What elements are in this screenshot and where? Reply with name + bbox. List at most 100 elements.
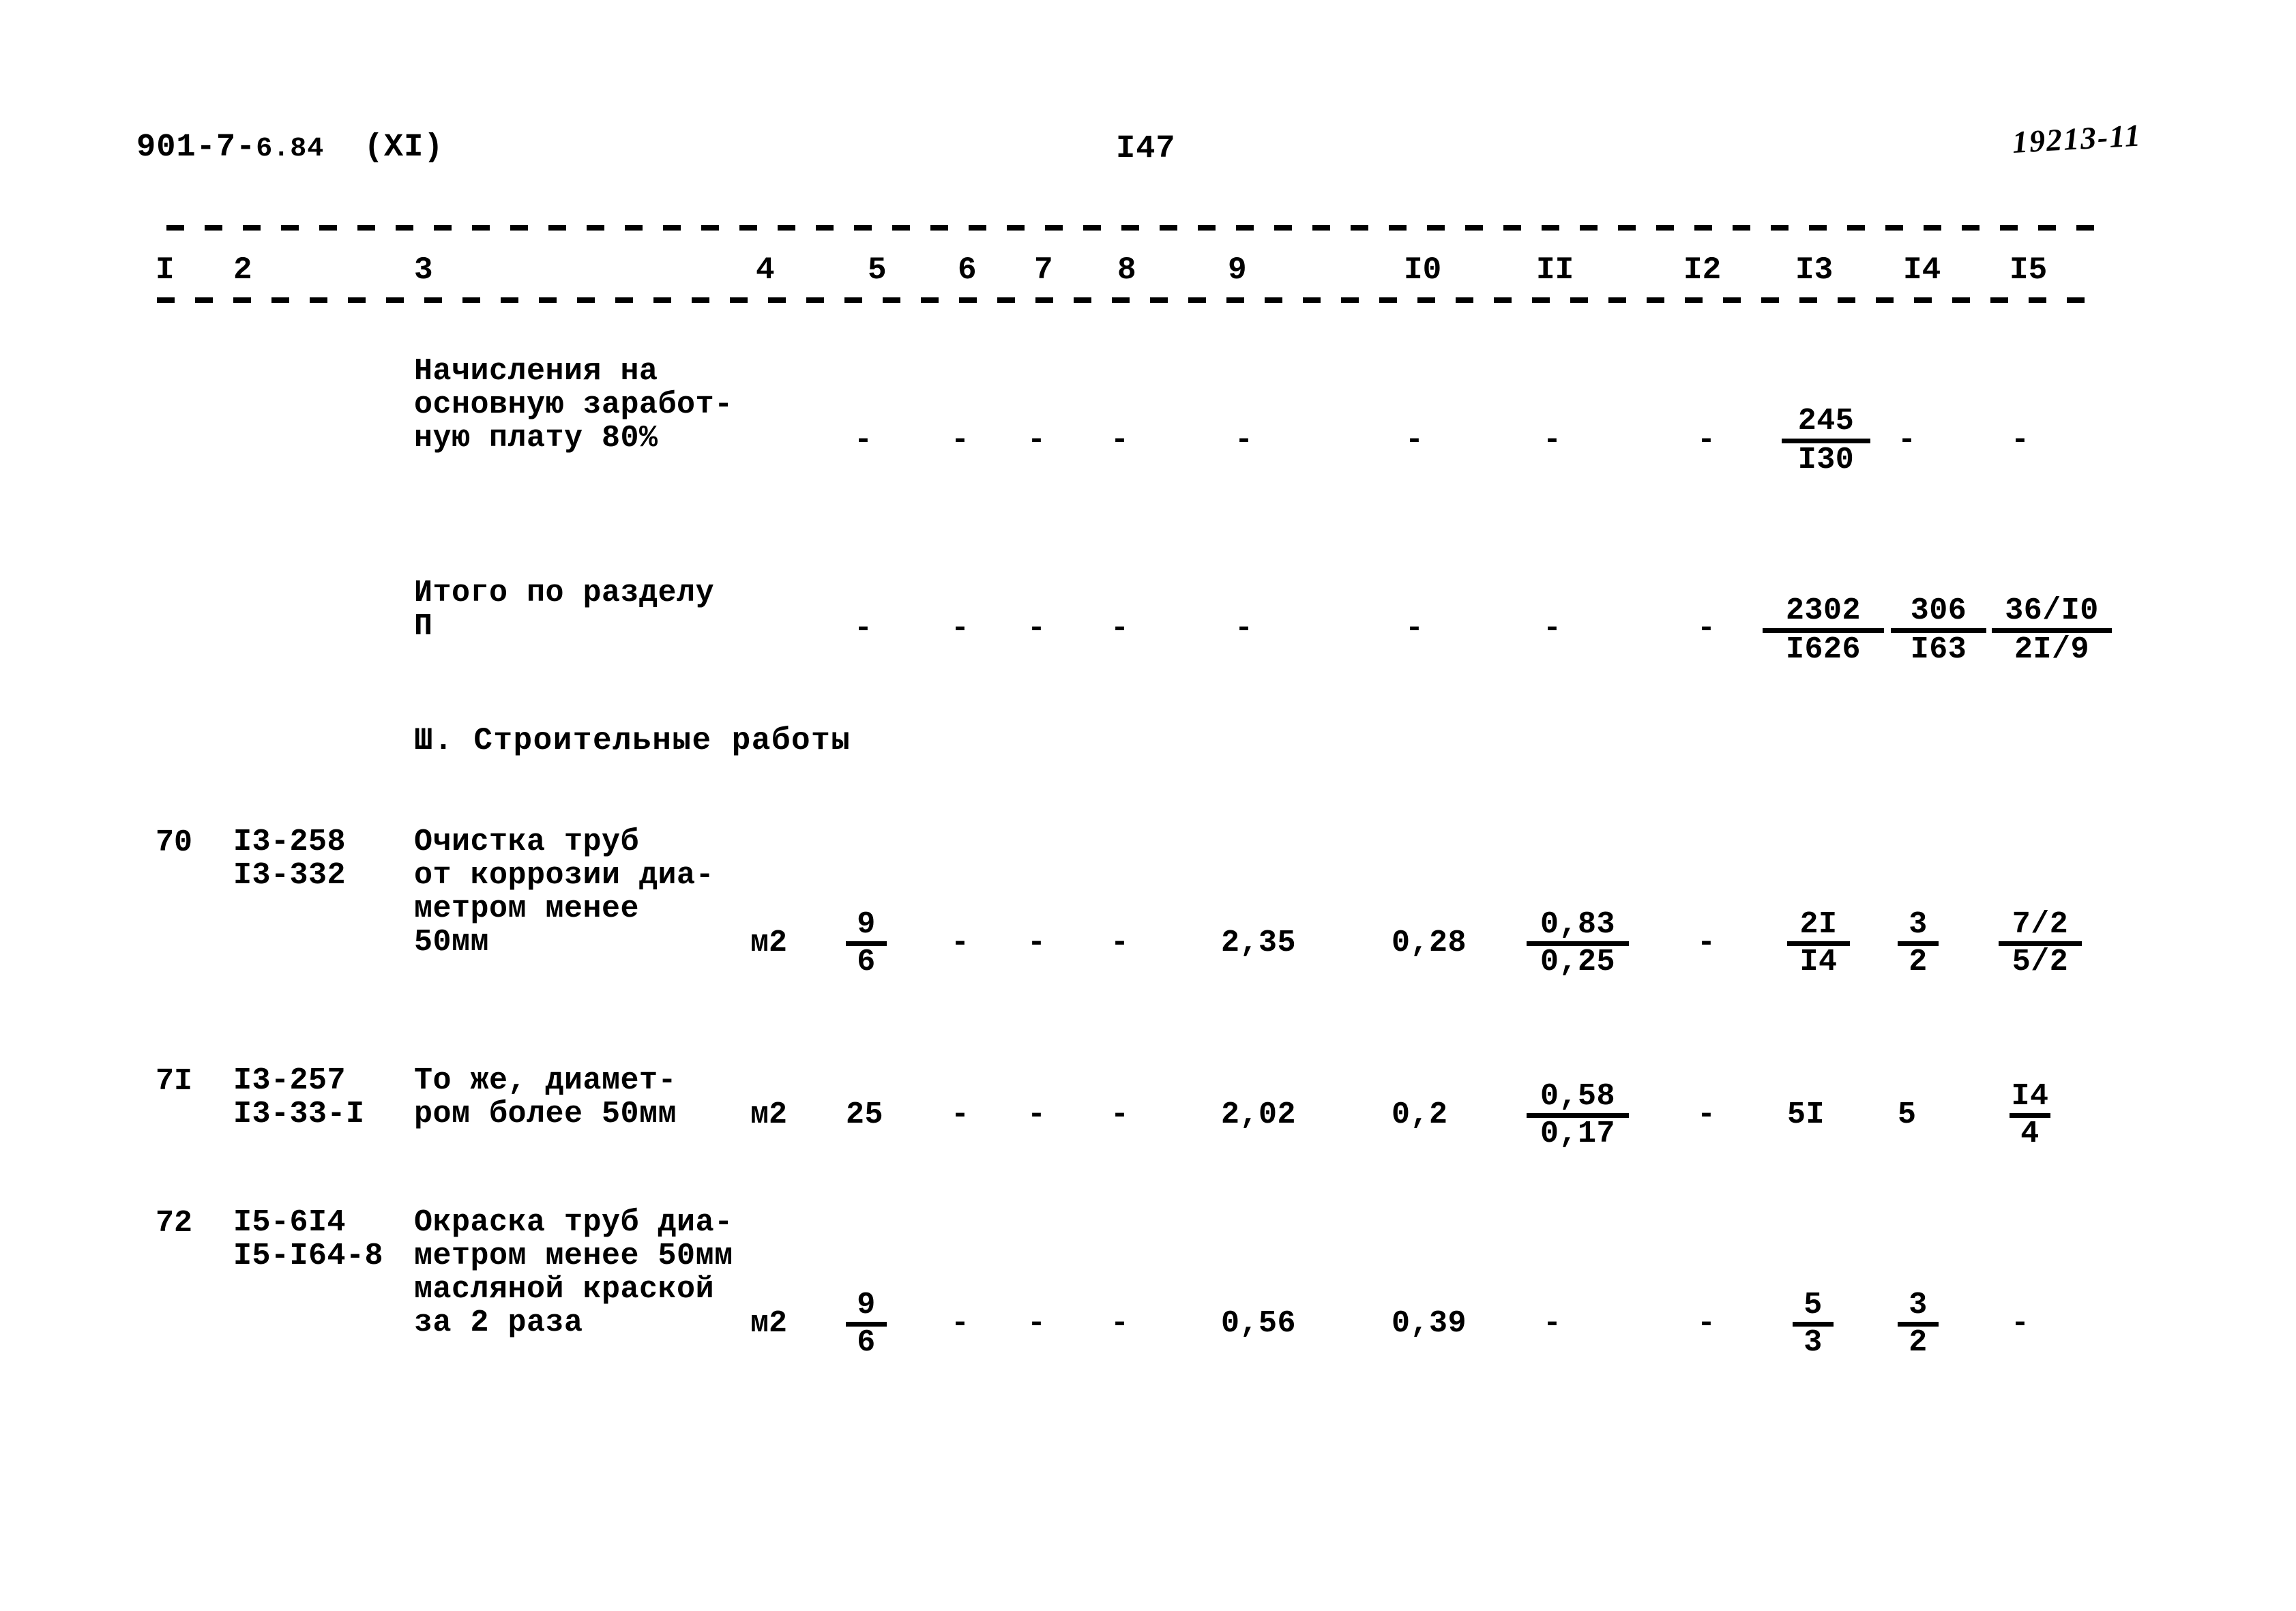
cell-col7-dash: -: [1110, 423, 1130, 458]
column-header-1: I: [156, 252, 175, 288]
row-code-line: I5-I64-8: [233, 1239, 384, 1273]
cell-col8-dash: -: [1235, 611, 1254, 646]
cell-col14-fraction: 3 2: [1898, 1290, 1939, 1359]
cell-col4-dash: -: [854, 423, 873, 458]
row-description-line: Итого по разделу: [414, 576, 715, 610]
fraction-numerator: 7/2: [2012, 907, 2069, 942]
document-revision: (XI): [364, 130, 444, 166]
fraction-numerator: 3: [1909, 907, 1928, 942]
scanned-document-page: 901-7-6.84 (XI) I47 19213-11 I 2 3 4 5 6…: [0, 0, 2296, 1611]
handwritten-archive-mark: 19213-11: [2011, 117, 2143, 160]
fraction-denominator: 0,25: [1540, 945, 1616, 979]
cell-col3-unit: м2: [750, 1097, 788, 1132]
column-header-2: 2: [233, 252, 252, 288]
cell-col15-fraction: 36/I0 2I/9: [1992, 595, 2112, 666]
cell-col8-value: 0,56: [1221, 1306, 1297, 1341]
cell-col6-dash: -: [1027, 611, 1046, 646]
cell-col10-dash: -: [1543, 611, 1562, 646]
cell-col13-fraction: 2I I4: [1787, 909, 1850, 978]
cell-col3-unit: м2: [750, 926, 788, 960]
fraction-numerator: 0,58: [1540, 1079, 1616, 1114]
row-description-line: от коррозии диа-: [414, 858, 715, 893]
cell-col15-dash: -: [2011, 1306, 2030, 1341]
cell-col6-dash: -: [1027, 926, 1046, 960]
cell-col4-fraction: 9 6: [846, 1290, 887, 1359]
cell-col3-unit: м2: [750, 1306, 788, 1341]
cell-col14-fraction: 306 I63: [1891, 595, 1986, 666]
column-header-6: 6: [958, 252, 977, 288]
fraction-denominator: 2: [1909, 1325, 1928, 1360]
column-header-10: I0: [1404, 252, 1442, 288]
cell-col5-dash: -: [951, 611, 970, 646]
page-number: I47: [1116, 131, 1176, 167]
fraction-numerator: 245: [1797, 404, 1855, 439]
cell-col13-fraction: 2302 I626: [1763, 595, 1884, 666]
document-code: 901-7-6.84 (XI): [136, 130, 444, 166]
cell-col8-value: 2,35: [1221, 926, 1297, 960]
cell-col8-value: 2,02: [1221, 1097, 1297, 1132]
row-number: 7I: [156, 1064, 193, 1099]
fraction-denominator: I30: [1797, 443, 1855, 477]
fraction-numerator: 3: [1909, 1288, 1928, 1322]
row-description-line: 50мм: [414, 925, 490, 960]
row-description-line: То же, диамет-: [414, 1063, 677, 1098]
table-top-dashed-rule: [166, 225, 2095, 231]
cell-col9-value: 0,39: [1392, 1306, 1467, 1341]
cell-col8-dash: -: [1235, 423, 1254, 458]
cell-col6-dash: -: [1027, 423, 1046, 458]
row-description-line: ную плату 80%: [414, 421, 658, 456]
row-description-line: П: [414, 609, 433, 644]
cell-col5-dash: -: [951, 926, 970, 960]
row-description-line: метром менее 50мм: [414, 1239, 733, 1273]
cell-col14-fraction: 3 2: [1898, 909, 1939, 978]
fraction-numerator: 2I: [1799, 907, 1838, 942]
fraction-numerator: 36/I0: [2005, 593, 2099, 628]
row-description-line: основную заработ-: [414, 387, 733, 422]
row-description-line: Начисления на: [414, 354, 658, 389]
fraction-numerator: 2302: [1785, 593, 1861, 628]
row-code-line: I5-6I4: [233, 1205, 347, 1240]
cell-col5-dash: -: [951, 1097, 970, 1132]
row-code-line: I3-33-I: [233, 1097, 365, 1132]
row-description-line: метром менее: [414, 891, 640, 926]
fraction-denominator: 4: [2020, 1117, 2040, 1151]
cell-col4-dash: -: [854, 611, 873, 646]
cell-col10-dash: -: [1543, 1306, 1562, 1341]
cell-col7-dash: -: [1110, 1097, 1130, 1132]
cell-col12-dash: -: [1697, 926, 1716, 960]
section-heading: Ш. Строительные работы: [414, 723, 851, 758]
cell-col9-value: 0,2: [1392, 1097, 1448, 1132]
fraction-denominator: I626: [1785, 632, 1861, 667]
fraction-denominator: 2: [1909, 945, 1928, 979]
row-description-line: за 2 раза: [414, 1305, 583, 1340]
fraction-denominator: 6: [857, 945, 876, 979]
fraction-denominator: 0,17: [1540, 1117, 1616, 1151]
row-description-line: масляной краской: [414, 1272, 715, 1307]
fraction-denominator: 3: [1804, 1325, 1823, 1360]
cell-col5-dash: -: [951, 423, 970, 458]
fraction-numerator: I4: [2011, 1079, 2049, 1114]
table-header-bottom-dashed-rule: [157, 297, 2090, 303]
document-code-suffix: 6.84: [256, 134, 325, 164]
row-description-line: ром более 50мм: [414, 1097, 677, 1132]
fraction-numerator: 306: [1910, 593, 1967, 628]
fraction-denominator: 6: [857, 1325, 876, 1360]
cell-col5-dash: -: [951, 1306, 970, 1341]
column-header-8: 8: [1117, 252, 1136, 288]
cell-col14-dash: -: [1898, 423, 1917, 458]
cell-col10-fraction: 0,83 0,25: [1527, 909, 1629, 978]
fraction-numerator: 5: [1804, 1288, 1823, 1322]
cell-col4-fraction: 9 6: [846, 909, 887, 978]
column-header-14: I4: [1903, 252, 1941, 288]
fraction-denominator: 5/2: [2012, 945, 2069, 979]
cell-col13-fraction: 245 I30: [1782, 405, 1870, 477]
fraction-denominator: I63: [1910, 632, 1967, 667]
fraction-numerator: 0,83: [1540, 907, 1616, 942]
column-header-11: II: [1536, 252, 1574, 288]
cell-col14-value: 5: [1898, 1097, 1917, 1132]
cell-col12-dash: -: [1697, 1306, 1716, 1341]
cell-col15-fraction: 7/2 5/2: [1999, 909, 2082, 978]
cell-col9-dash: -: [1405, 423, 1424, 458]
cell-col4-value: 25: [846, 1097, 884, 1132]
cell-col7-dash: -: [1110, 1306, 1130, 1341]
